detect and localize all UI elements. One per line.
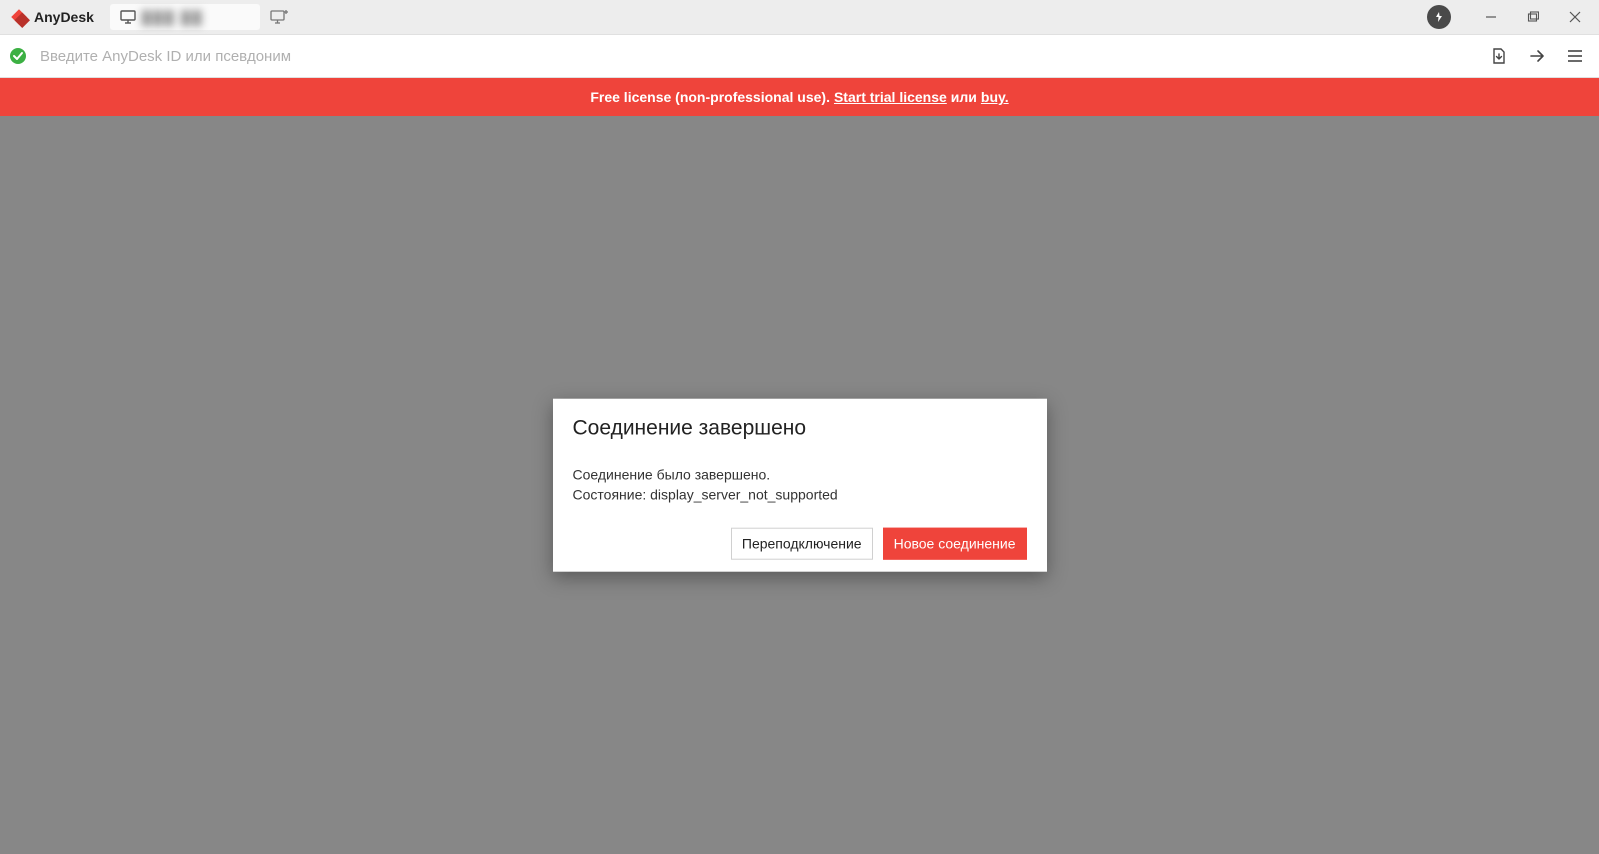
license-banner: Free license (non-professional use). Sta… xyxy=(0,78,1599,116)
lightning-icon xyxy=(1433,11,1445,23)
maximize-button[interactable] xyxy=(1513,2,1553,32)
dialog-title: Соединение завершено xyxy=(573,417,1027,441)
maximize-icon xyxy=(1527,11,1539,23)
file-transfer-button[interactable] xyxy=(1487,44,1511,68)
network-status-ok xyxy=(8,46,28,66)
reconnect-button[interactable]: Переподключение xyxy=(731,527,873,559)
dialog-body: Соединение было завершено. Состояние: di… xyxy=(573,465,1027,506)
dialog-buttons: Переподключение Новое соединение xyxy=(573,527,1027,559)
connect-button[interactable] xyxy=(1525,44,1549,68)
titlebar: AnyDesk ███ ██ xyxy=(0,0,1599,34)
address-bar-actions xyxy=(1487,44,1591,68)
dialog-message-line2: Состояние: display_server_not_supported xyxy=(573,485,1027,505)
app-logo: AnyDesk xyxy=(8,6,94,28)
anydesk-logo-icon xyxy=(8,6,30,28)
window-controls xyxy=(1427,2,1595,32)
minimize-icon xyxy=(1485,11,1497,23)
dialog-message-line1: Соединение было завершено. xyxy=(573,465,1027,485)
file-arrow-icon xyxy=(1490,47,1508,65)
new-tab-button[interactable] xyxy=(266,4,292,30)
close-button[interactable] xyxy=(1555,2,1595,32)
monitor-plus-icon xyxy=(270,9,288,25)
promo-badge-button[interactable] xyxy=(1427,5,1451,29)
connection-closed-dialog: Соединение завершено Соединение было зав… xyxy=(553,399,1047,572)
buy-link[interactable]: buy. xyxy=(981,89,1009,105)
new-connection-button[interactable]: Новое соединение xyxy=(883,527,1027,559)
hamburger-icon xyxy=(1566,47,1584,65)
close-icon xyxy=(1569,11,1581,23)
start-trial-link[interactable]: Start trial license xyxy=(834,89,947,105)
menu-button[interactable] xyxy=(1563,44,1587,68)
minimize-button[interactable] xyxy=(1471,2,1511,32)
main-area: Соединение завершено Соединение было зав… xyxy=(0,116,1599,854)
remote-id-input[interactable] xyxy=(36,42,1479,71)
arrow-right-icon xyxy=(1528,47,1546,65)
monitor-icon xyxy=(120,10,136,24)
tab-label: ███ ██ xyxy=(142,10,204,25)
address-bar xyxy=(0,34,1599,78)
session-tab[interactable]: ███ ██ xyxy=(110,4,260,30)
license-text-prefix: Free license (non-professional use). xyxy=(590,89,830,105)
session-tabs: ███ ██ xyxy=(110,4,292,30)
license-text-middle: или xyxy=(951,89,977,105)
app-name: AnyDesk xyxy=(34,9,94,25)
check-circle-icon xyxy=(9,47,27,65)
